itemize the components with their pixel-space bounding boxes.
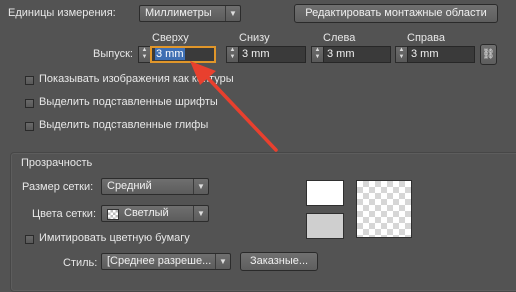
annotation-arrow-icon <box>190 61 278 152</box>
